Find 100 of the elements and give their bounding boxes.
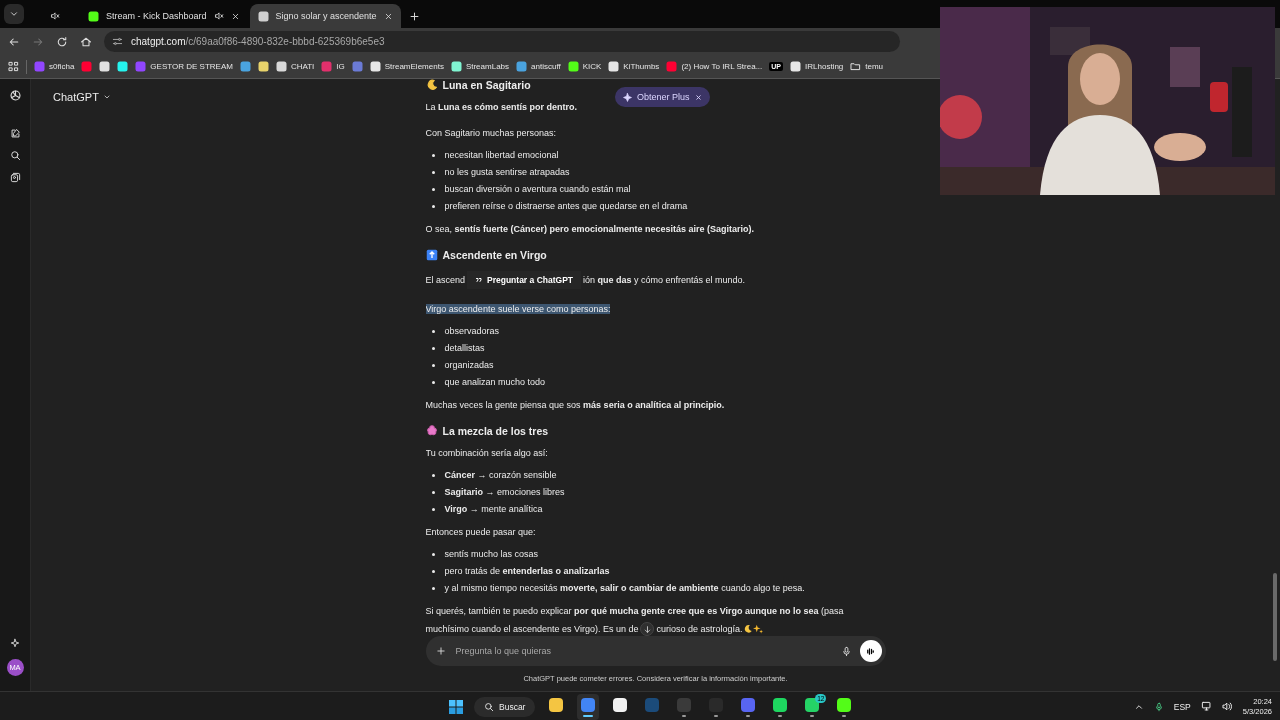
sparkle-icon[interactable] xyxy=(10,638,20,648)
taskbar-search[interactable]: Buscar xyxy=(474,696,536,717)
bookmark-icon[interactable] xyxy=(257,61,269,72)
browser-tab[interactable]: Signo solar y ascendente xyxy=(249,4,401,28)
down-arrow-icon xyxy=(642,624,652,634)
bookmark[interactable]: (2) How To IRL Strea... xyxy=(666,61,763,72)
chevron-down-icon xyxy=(102,93,111,101)
bookmark[interactable]: s0ficha xyxy=(34,61,75,72)
scrollbar-thumb[interactable] xyxy=(1273,573,1277,661)
bookmark[interactable]: GESTOR DE STREAM xyxy=(135,61,233,72)
paragraph-text: curioso de astrología. xyxy=(656,623,743,635)
reload-button[interactable] xyxy=(56,35,68,48)
bookmark[interactable]: StreamElements xyxy=(369,61,444,72)
bookmark[interactable]: IRLhosting xyxy=(790,61,844,72)
apps-grid-icon[interactable] xyxy=(8,61,19,72)
bookmark[interactable]: KICK xyxy=(567,61,602,72)
bullet-icon xyxy=(431,205,435,208)
plus-icon xyxy=(408,11,420,22)
list-item: sentís mucho las cosas xyxy=(444,548,539,561)
tab-title: Stream - Kick Dashboard xyxy=(106,11,207,21)
running-indicator xyxy=(714,714,719,717)
get-plus-button[interactable]: Obtener Plus xyxy=(615,87,710,107)
chevron-down-icon xyxy=(9,9,19,19)
list-item: Sagitario → emociones libres xyxy=(444,486,565,499)
library-icon[interactable] xyxy=(9,172,21,183)
sparkle-icon xyxy=(623,92,632,102)
new-chat-icon[interactable] xyxy=(9,128,21,139)
browser-tab[interactable]: Stream - Kick Dashboard xyxy=(80,4,248,28)
moon-icon xyxy=(425,79,438,91)
sound-wave-icon xyxy=(865,645,876,657)
reload-icon xyxy=(56,35,68,48)
bullet-icon xyxy=(431,154,435,157)
microphone-button[interactable] xyxy=(840,645,852,657)
bullet-icon xyxy=(431,364,435,367)
up-arrow-icon xyxy=(425,249,438,261)
list-item: detallistas xyxy=(444,342,485,355)
muted-speaker-icon xyxy=(213,11,224,21)
start-icon[interactable] xyxy=(448,698,464,715)
bookmark-icon[interactable] xyxy=(99,61,111,72)
tab-list-button[interactable] xyxy=(4,4,24,24)
bookmark[interactable]: IG xyxy=(321,61,345,72)
paragraph-text: La Luna es cómo sentís por dentro. xyxy=(425,102,578,112)
site-settings-icon xyxy=(112,36,123,47)
bookmark-icon[interactable] xyxy=(117,61,129,72)
home-button[interactable] xyxy=(80,35,92,48)
bookmark[interactable]: antiscuff xyxy=(516,61,561,72)
speaker-icon[interactable] xyxy=(1221,701,1233,712)
close-icon[interactable] xyxy=(694,93,702,101)
list-item: pero tratás de entenderlas o analizarlas xyxy=(444,565,610,578)
section-heading: Luna en Sagitario xyxy=(442,79,531,91)
bullet-icon xyxy=(431,587,435,590)
paragraph-text: Entonces puede pasar que: xyxy=(425,527,536,537)
bookmark[interactable]: KiThumbs xyxy=(608,61,660,72)
list-item: observadoras xyxy=(444,325,500,338)
attach-button[interactable] xyxy=(435,646,446,656)
ask-chatgpt-button[interactable]: Preguntar a ChatGPT xyxy=(467,271,581,289)
muted-speaker-icon xyxy=(50,11,60,21)
list-item: necesitan libertad emocional xyxy=(444,149,559,162)
taskbar-app[interactable] xyxy=(577,693,600,720)
bookmark-icon[interactable] xyxy=(239,61,251,72)
moon-icon xyxy=(742,624,753,634)
list-item: organizadas xyxy=(444,359,494,372)
chatgpt-logo-icon[interactable] xyxy=(8,89,22,102)
bookmark-folder[interactable]: temu xyxy=(850,61,884,72)
bullet-icon xyxy=(431,347,435,350)
scroll-down-button[interactable] xyxy=(640,622,655,636)
model-selector[interactable]: ChatGPT xyxy=(53,91,111,103)
paragraph-text: Con Sagitario muchas personas: xyxy=(425,128,557,138)
bullet-icon xyxy=(431,330,435,333)
message-composer[interactable]: Pregunta lo que quieras xyxy=(425,636,886,666)
paragraph-text: muchísimo cuando el ascendente es Virgo). Es un de xyxy=(425,623,639,635)
search-icon[interactable] xyxy=(9,150,21,161)
plus-icon xyxy=(435,646,446,656)
search-icon xyxy=(484,701,494,712)
input-language[interactable]: ESP xyxy=(1173,701,1191,712)
paragraph-text: Si querés, también te puedo explicar por qué mucha gente cree que es Virgo aunque no lo sea (pasa xyxy=(425,605,845,617)
microphone-icon[interactable] xyxy=(1153,701,1164,712)
prompt-input[interactable]: Pregunta lo que quieras xyxy=(453,645,833,657)
address-field[interactable]: chatgpt.com/c/69aa0f86-4890-832e-bbbd-625369b6e5e3 xyxy=(104,31,900,52)
running-indicator xyxy=(810,714,815,717)
running-indicator xyxy=(746,714,751,717)
paragraph-text: Tu combinación sería algo así: xyxy=(425,448,548,458)
sparkles-icon xyxy=(752,624,763,634)
paragraph-text: Muchas veces la gente piensa que sos más seria o analítica al principio. xyxy=(425,400,725,410)
paragraph-text: Virgo ascendente suele verse como personas: xyxy=(425,304,611,314)
bookmark[interactable]: StreamLabs xyxy=(450,61,510,72)
close-icon[interactable] xyxy=(383,11,393,21)
paragraph-text: O sea, sentís fuerte (Cáncer) pero emocionalmente necesitás aire (Sagitario). xyxy=(425,224,755,234)
paragraph-text: ión que das y cómo enfrentás el mundo. xyxy=(583,274,746,286)
network-icon[interactable] xyxy=(1200,701,1212,712)
back-button[interactable] xyxy=(8,35,20,48)
bookmark[interactable]: CHATI xyxy=(275,61,315,72)
forward-arrow-icon xyxy=(32,35,44,48)
voice-mode-button[interactable] xyxy=(859,640,882,662)
section-heading: Ascendente en Virgo xyxy=(442,249,547,261)
bullet-icon xyxy=(431,381,435,384)
close-icon[interactable] xyxy=(230,11,240,21)
section-heading: La mezcla de los tres xyxy=(442,425,549,437)
bullet-icon xyxy=(431,171,435,174)
bullet-icon xyxy=(431,474,435,477)
